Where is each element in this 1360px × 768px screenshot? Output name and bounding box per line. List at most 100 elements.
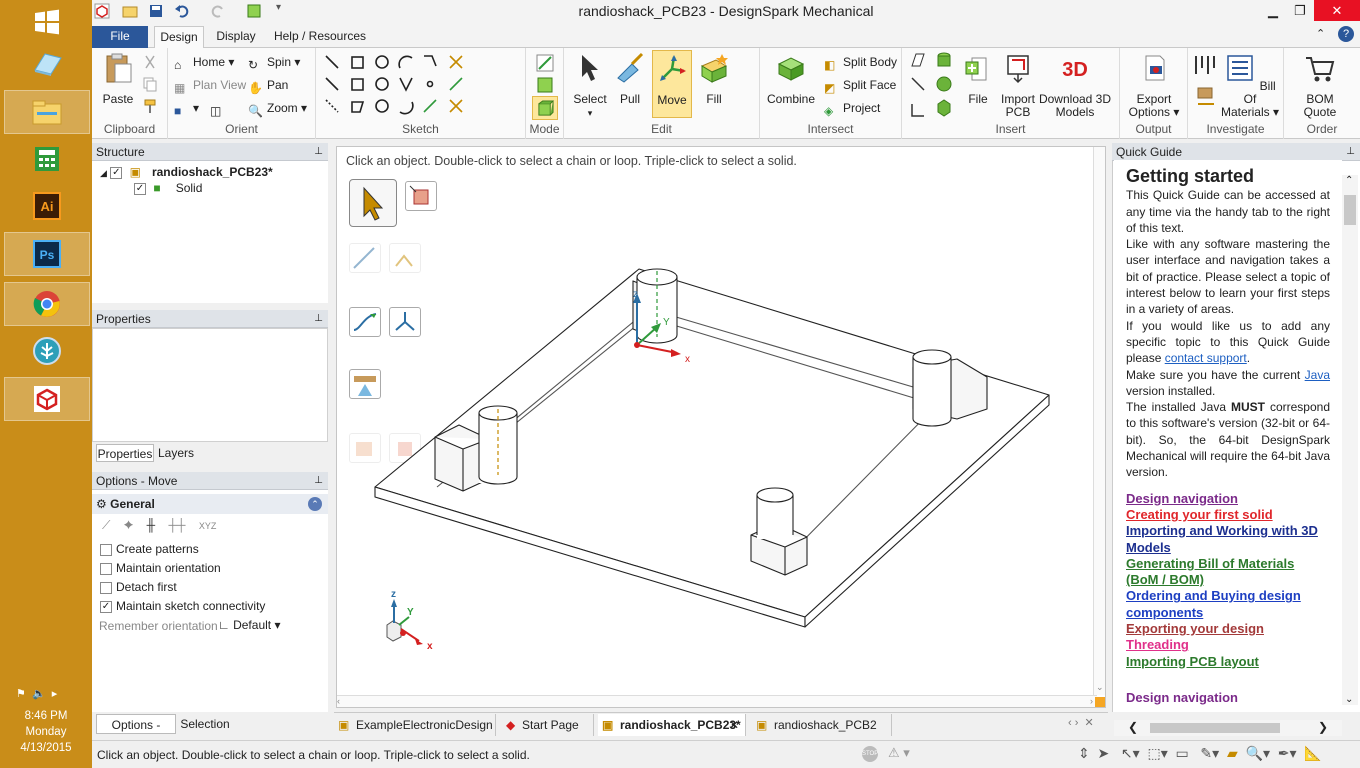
scroll-down-icon[interactable]: ⌄ <box>1345 694 1353 705</box>
java-link[interactable]: Java <box>1305 368 1330 382</box>
split-face-button[interactable]: ◩ Split Face <box>824 75 896 95</box>
detach-first-checkbox[interactable] <box>100 581 112 594</box>
move-option-icons[interactable]: ⟋ ✦ ╫ ┼┼ XYZ <box>102 518 216 533</box>
option-maintain-orientation[interactable]: Maintain orientation <box>100 561 221 577</box>
selection-tab[interactable]: Selection <box>180 714 230 734</box>
spin-button[interactable]: ↻ Spin ▾ <box>248 52 300 72</box>
select-mode-icon[interactable]: ↖ <box>1121 745 1133 761</box>
xyz-icon[interactable]: XYZ <box>199 521 217 531</box>
layers-tab[interactable]: Layers <box>156 444 196 462</box>
collapse-arrow-icon[interactable]: ◢ <box>100 168 107 178</box>
chrome-icon[interactable] <box>4 282 90 326</box>
link-exporting-design[interactable]: Exporting your design <box>1126 621 1330 637</box>
move-button[interactable]: Move <box>652 50 692 118</box>
anchor-icon[interactable]: ⟋ <box>102 518 110 532</box>
quick-guide-horizontal-scrollbar[interactable]: ❮ ❯ <box>1114 720 1342 736</box>
bom-quote-button[interactable]: BOM Quote <box>1296 52 1344 119</box>
pin-icon[interactable]: ⊥ <box>1346 143 1355 161</box>
ruler-icon[interactable]: ╫ <box>147 518 156 532</box>
tab-file[interactable]: File <box>92 26 148 48</box>
option-maintain-sketch-connectivity[interactable]: ✓ Maintain sketch connectivity <box>100 599 265 615</box>
zoom-button[interactable]: 🔍 Zoom ▾ <box>248 98 307 118</box>
link-ordering-components[interactable]: Ordering and Buying design components <box>1126 588 1330 621</box>
calculator-icon[interactable] <box>4 137 90 181</box>
ruler-icon[interactable]: 📐 <box>1304 745 1321 761</box>
link-creating-first-solid[interactable]: Creating your first solid <box>1126 507 1330 523</box>
contact-support-link[interactable]: contact support <box>1165 351 1247 365</box>
doc-tab-example-electronic-design[interactable]: ▣ ExampleElectronicDesign <box>334 714 496 736</box>
export-options-button[interactable]: Export Options ▾ <box>1126 52 1182 119</box>
restore-icon[interactable]: ❐ <box>1285 0 1315 21</box>
maintain-sketch-connectivity-checkbox[interactable]: ✓ <box>100 600 112 613</box>
move-along-icon[interactable]: ✦ <box>124 518 134 532</box>
insert-file-button[interactable]: File <box>960 52 996 106</box>
pin-icon[interactable]: ⊥ <box>314 143 323 161</box>
designspark-icon[interactable] <box>4 377 90 421</box>
link-threading[interactable]: Threading <box>1126 637 1330 653</box>
photoshop-icon[interactable]: Ps <box>4 232 90 276</box>
create-patterns-checkbox[interactable] <box>100 543 112 556</box>
sketch-mode-icon[interactable] <box>536 54 554 72</box>
option-create-patterns[interactable]: Create patterns <box>100 542 199 558</box>
options-move-tab[interactable]: Options - Move <box>96 714 176 752</box>
design-viewport[interactable]: Click an object. Double-click to select … <box>336 146 1106 708</box>
insert-shapes-icons[interactable] <box>908 52 956 118</box>
stop-icon[interactable]: STOP <box>862 746 878 762</box>
fill-button[interactable]: Fill <box>694 52 734 106</box>
link-generating-bom[interactable]: Generating Bill of Materials (BoM / BOM) <box>1126 556 1330 589</box>
zoom-icon[interactable]: 🔍 <box>1246 745 1263 761</box>
pin-icon[interactable]: ⊥ <box>314 310 323 328</box>
bill-of-materials-button[interactable]: Bill Of Materials ▾ <box>1218 52 1282 119</box>
plan-view-button[interactable]: ▦ Plan View <box>174 75 246 95</box>
tray-icons[interactable]: ⚑ 🔈 ▸ <box>16 687 80 701</box>
pan-button[interactable]: ✋ Pan <box>248 75 288 95</box>
link-design-navigation[interactable]: Design navigation <box>1126 491 1330 507</box>
link-importing-3d-models[interactable]: Importing and Working with 3D Models <box>1126 523 1330 556</box>
pull-button[interactable]: Pull <box>610 52 650 106</box>
minimize-icon[interactable]: ▁ <box>1258 0 1288 21</box>
maintain-orientation-checkbox[interactable] <box>100 562 112 575</box>
sketch-tools-icons[interactable] <box>322 52 492 116</box>
tab-display[interactable]: Display <box>210 26 262 48</box>
tab-prev-icon[interactable]: ‹ <box>1068 717 1072 729</box>
download-3d-models-button[interactable]: 3D Download 3D Models <box>1038 52 1112 119</box>
tree-root-item[interactable]: ◢ ✓ ▣ randioshack_PCB23* <box>100 165 273 181</box>
split-body-button[interactable]: ◧ Split Body <box>824 52 897 72</box>
scroll-left-icon[interactable]: ❮ <box>1128 720 1138 734</box>
clock-time[interactable]: 8:46 PM <box>0 709 92 724</box>
copy-icon[interactable] <box>142 76 158 92</box>
view-projection-button[interactable]: ◫ <box>210 98 229 118</box>
3d-mode-button[interactable] <box>532 96 558 120</box>
collapse-ribbon-icon[interactable]: ⌃ <box>1316 27 1325 40</box>
tab-design[interactable]: Design <box>154 26 204 48</box>
investigate-tools-icons[interactable] <box>1194 54 1220 114</box>
viewport-vertical-scrollbar[interactable]: ⌄ <box>1093 147 1105 695</box>
illustrator-icon[interactable]: Ai <box>4 184 90 228</box>
root-visibility-checkbox[interactable]: ✓ <box>110 167 123 179</box>
scroll-arrows-icon[interactable]: ⇕ <box>1078 745 1090 761</box>
windows-start-icon[interactable] <box>4 0 90 44</box>
fence-icon[interactable]: ┼┼ <box>168 518 185 532</box>
viewport-horizontal-scrollbar[interactable]: ‹ › <box>337 695 1097 707</box>
solid-visibility-checkbox[interactable]: ✓ <box>134 183 146 195</box>
h-scrollbar-thumb[interactable] <box>1150 723 1280 733</box>
doc-tab-randioshack-pcb23[interactable]: ▣ randioshack_PCB23* ✕ <box>598 714 746 736</box>
section-mode-icon[interactable] <box>536 76 554 94</box>
remember-orientation-dropdown[interactable]: ∟ Default ▾ <box>218 618 280 632</box>
section-icon[interactable]: ▭ <box>1176 745 1189 761</box>
option-detach-first[interactable]: Detach first <box>100 580 177 596</box>
material-icon[interactable]: ▰ <box>1227 745 1238 761</box>
app-tree-icon[interactable] <box>4 329 90 373</box>
cut-icon[interactable] <box>142 54 158 70</box>
select-button[interactable]: Select ▾ <box>568 52 612 120</box>
close-all-icon[interactable]: ✕ <box>1085 717 1094 729</box>
home-button[interactable]: ⌂ Home ▾ <box>174 52 234 72</box>
file-explorer-icon[interactable] <box>4 90 90 134</box>
import-pcb-button[interactable]: Import PCB <box>998 52 1038 119</box>
format-painter-icon[interactable] <box>142 98 158 114</box>
general-section-header[interactable]: ⚙ General ⌃ <box>92 494 328 514</box>
tab-next-icon[interactable]: › <box>1075 717 1079 729</box>
quick-guide-vertical-scrollbar[interactable]: ⌃ ⌄ <box>1342 175 1358 705</box>
properties-tab[interactable]: Properties <box>96 444 154 462</box>
sketch-plane-icon[interactable]: ✎ <box>1200 745 1212 761</box>
